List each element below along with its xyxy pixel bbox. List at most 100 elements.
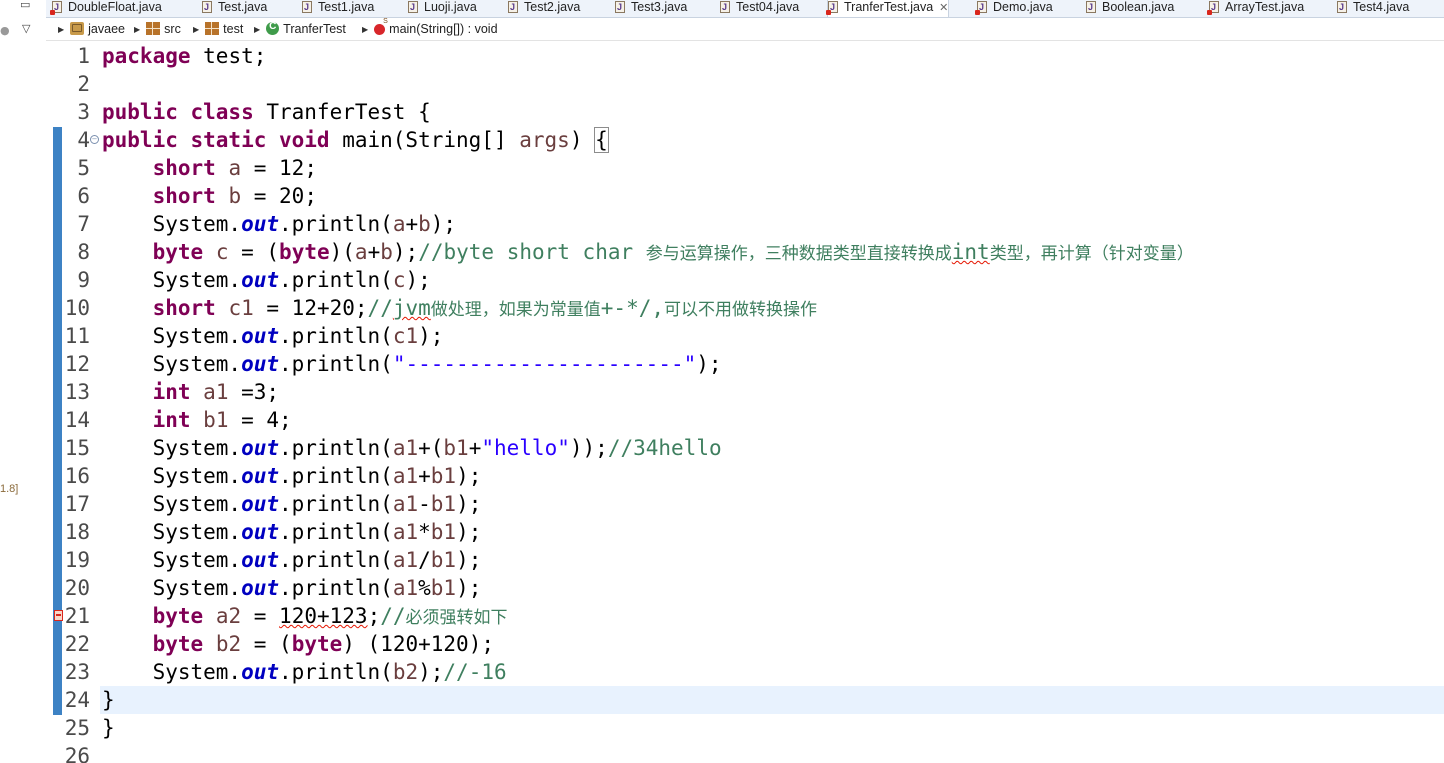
code-token: .println( (279, 576, 393, 600)
code-line[interactable]: 12 System.out.println("-----------------… (46, 350, 1444, 378)
java-file-icon (1086, 0, 1096, 14)
code-token: a (354, 240, 368, 264)
breadcrumb-src[interactable]: ▶ src (134, 22, 181, 36)
code-text: System.out.println(a1+(b1+"hello"));//34… (102, 434, 722, 462)
chevron-right-icon: ▶ (193, 25, 200, 34)
code-token: 120+123 (279, 604, 368, 628)
code-line[interactable]: 25} (46, 714, 1444, 742)
code-text: System.out.println(a+b); (102, 210, 457, 238)
code-line[interactable]: 23 System.out.println(b2);//-16 (46, 658, 1444, 686)
code-token: a1 (392, 436, 419, 460)
tab-luoji-java[interactable]: Luoji.java (408, 0, 477, 16)
code-token: System. (102, 324, 242, 348)
breadcrumb-package[interactable]: ▶ test (193, 22, 243, 36)
breadcrumb-method[interactable]: ▶main(String[]) : void (362, 18, 498, 36)
code-token: - (418, 492, 431, 516)
code-token: 类型，再计算（针对变量） (990, 240, 1194, 264)
code-token: b (228, 184, 242, 208)
tab-test1-java[interactable]: Test1.java (302, 0, 374, 16)
code-line[interactable]: 14 int b1 = 4; (46, 406, 1444, 434)
code-token: b1 (430, 464, 457, 488)
line-number: 8 (77, 240, 90, 264)
tab-test04-java[interactable]: Test04.java (720, 0, 799, 16)
code-token: System. (102, 548, 242, 572)
code-token: short (152, 156, 216, 180)
code-token: out (241, 548, 280, 572)
line-number: 14 (64, 408, 90, 432)
code-token: //-16 (443, 660, 507, 684)
line-number: 16 (64, 464, 90, 488)
code-line[interactable]: 7 System.out.println(a+b); (46, 210, 1444, 238)
error-marker-icon[interactable] (54, 610, 63, 621)
tab-arraytest-java[interactable]: ArrayTest.java (1207, 0, 1304, 16)
code-line[interactable]: 11 System.out.println(c1); (46, 322, 1444, 350)
code-line[interactable]: 15 System.out.println(a1+(b1+"hello"));/… (46, 434, 1444, 462)
breadcrumb-project[interactable]: ▶ javaee (58, 22, 125, 36)
fold-toggle-icon[interactable]: − (90, 135, 99, 144)
tab-test2-java[interactable]: Test2.java (508, 0, 580, 16)
code-line[interactable]: 6 short b = 20; (46, 182, 1444, 210)
code-token: ); (392, 240, 419, 264)
line-number: 10 (64, 296, 90, 320)
code-text: byte c = (byte)(a+b);//byte short char 参… (102, 238, 1194, 268)
code-text: } (102, 686, 115, 714)
code-line[interactable]: 19 System.out.println(a1/b1); (46, 546, 1444, 574)
view-menu-icon[interactable]: ▽ (22, 22, 30, 35)
close-tab-icon[interactable]: ✕ (939, 2, 948, 14)
code-line[interactable]: 8 byte c = (byte)(a+b);//byte short char… (46, 238, 1444, 266)
line-number: 18 (64, 520, 90, 544)
code-line[interactable]: 10 short c1 = 12+20;//jvm做处理，如果为常量值+-*/,… (46, 294, 1444, 322)
code-text: System.out.println(c); (102, 266, 431, 294)
code-line[interactable]: 17 System.out.println(a1-b1); (46, 490, 1444, 518)
code-token: = 12; (241, 156, 317, 180)
comment-text: 参与运算操作，三种数据类型直接转换成 (645, 244, 952, 264)
code-line[interactable]: 9 System.out.println(c); (46, 266, 1444, 294)
code-token: b1 (443, 436, 469, 460)
code-line[interactable]: 21 byte a2 = 120+123;//必须强转如下 (46, 602, 1444, 630)
code-line[interactable]: 18 System.out.println(a1*b1); (46, 518, 1444, 546)
code-line[interactable]: 26 (46, 742, 1444, 763)
code-token: System. (102, 520, 242, 544)
source-folder-icon (146, 22, 161, 35)
line-number: 22 (64, 632, 90, 656)
code-editor[interactable]: 1 package test; 2 3 public class TranferTest… (46, 41, 1444, 763)
code-line[interactable]: 2 (46, 70, 1444, 98)
tab-boolean-java[interactable]: Boolean.java (1086, 0, 1174, 16)
tab-demo-java[interactable]: Demo.java (975, 0, 1053, 16)
code-token: out (241, 660, 280, 684)
code-token: = 12+20; (253, 296, 368, 320)
code-line[interactable]: 24} (46, 686, 1444, 714)
code-line[interactable]: 5 short a = 12; (46, 154, 1444, 182)
code-line[interactable]: 22 byte b2 = (byte) (120+120); (46, 630, 1444, 658)
minimize-icon[interactable]: ▭ (20, 0, 30, 11)
code-token: out (241, 212, 280, 236)
code-line[interactable]: 3 public class TranferTest { (46, 98, 1444, 126)
code-text: } (102, 714, 115, 742)
code-token: .println( (279, 660, 393, 684)
tab-test-java[interactable]: Test.java (202, 0, 267, 16)
code-line[interactable]: 4− public static void main(String[] args)… (46, 126, 1444, 154)
code-text: short c1 = 12+20;//jvm做处理，如果为常量值+-*/,可以不… (102, 294, 817, 324)
tab-tranfertest-java[interactable]: TranferTest.java ✕ (826, 0, 950, 17)
code-token: = 4; (228, 408, 292, 432)
tab-doublefloat-java[interactable]: DoubleFloat.java (50, 0, 162, 16)
code-token: // (380, 604, 406, 628)
tab-label: DoubleFloat.java (68, 0, 162, 14)
breadcrumb-class[interactable]: ▶TranferTest (254, 21, 346, 36)
tab-test3-java[interactable]: Test3.java (615, 0, 687, 16)
code-line[interactable]: 20 System.out.println(a1%b1); (46, 574, 1444, 602)
code-token: byte (152, 632, 204, 656)
code-token: test; (190, 44, 267, 68)
code-line[interactable]: 1 package test; (46, 42, 1444, 70)
java-file-icon (615, 0, 625, 14)
breadcrumb: ▶javaee ▶src ▶test ▶TranferTest ▶main(St… (46, 18, 1444, 41)
code-line[interactable]: 13 int a1 =3; (46, 378, 1444, 406)
code-token: out (241, 268, 280, 292)
code-token: System. (102, 436, 242, 460)
code-token: c1 (392, 324, 419, 348)
tab-test4-java[interactable]: Test4.java (1337, 0, 1409, 16)
code-line[interactable]: 16 System.out.println(a1+b1); (46, 462, 1444, 490)
code-token: )( (329, 240, 355, 264)
